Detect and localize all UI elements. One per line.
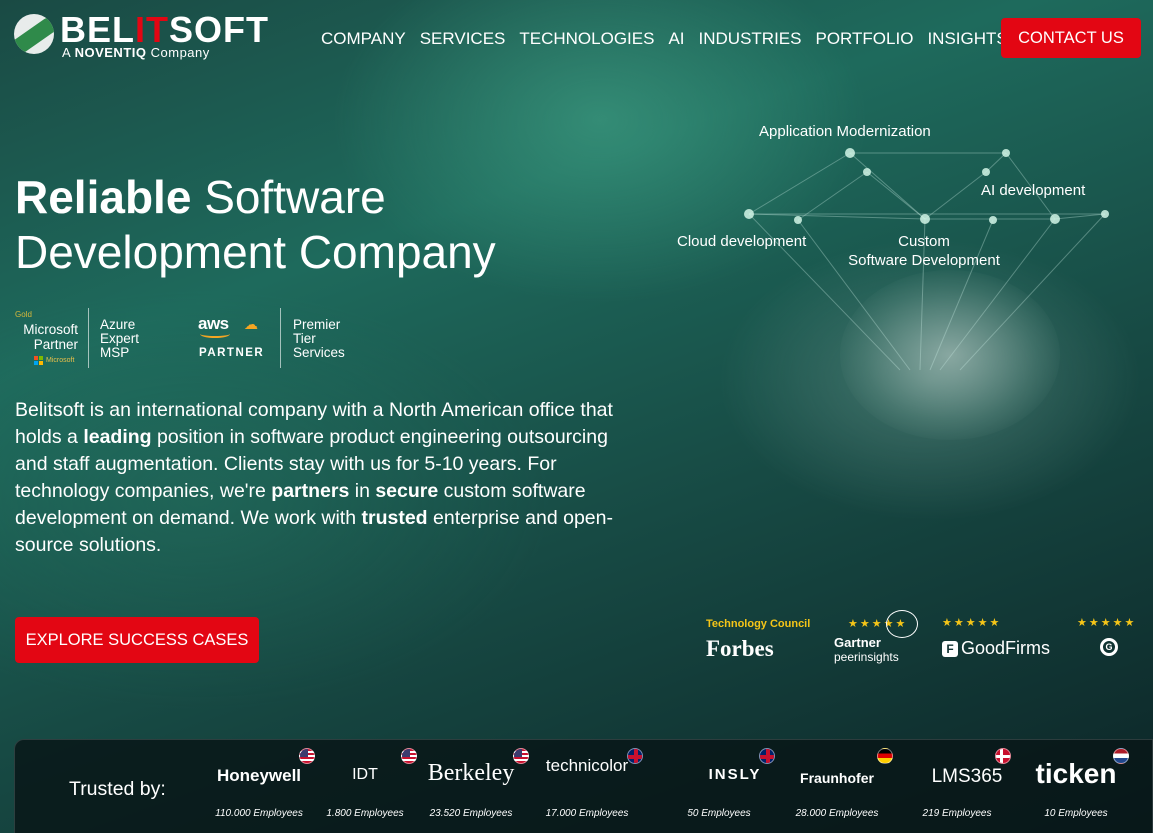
- nav-portfolio[interactable]: PORTFOLIO: [816, 29, 914, 49]
- client-fraunhofer[interactable]: Fraunhofer 28.000 Employees: [785, 740, 893, 833]
- azure-expert-msp-badge: Azure Expert MSP: [100, 317, 140, 360]
- aws-partner-logo: aws ☁ PARTNER: [198, 314, 273, 362]
- nav-services[interactable]: SERVICES: [420, 29, 506, 49]
- description-emphasis: trusted: [361, 507, 428, 529]
- uk-flag-icon: [759, 748, 775, 764]
- goodfirms-icon: F: [942, 640, 958, 657]
- nav-ai[interactable]: AI: [668, 29, 684, 49]
- premier-tier-badge: Premier Tier Services: [293, 317, 345, 360]
- label-custom-line2: Software Development: [848, 252, 1000, 269]
- g2-logo[interactable]: G: [1100, 638, 1118, 656]
- client-insly[interactable]: INSLY 50 Employees: [661, 740, 777, 833]
- microsoft-small-logo: Microsoft: [34, 356, 74, 365]
- main-nav: COMPANY SERVICES TECHNOLOGIES AI INDUSTR…: [321, 29, 1008, 49]
- denmark-flag-icon: [995, 748, 1011, 764]
- microsoft-partner-badge: Microsoft Partner: [23, 322, 78, 352]
- trusted-by-label: Trusted by:: [69, 778, 166, 800]
- nav-technologies[interactable]: TECHNOLOGIES: [519, 29, 654, 49]
- label-cloud-development[interactable]: Cloud development: [677, 232, 806, 251]
- client-honeywell[interactable]: Honeywell 110.000 Employees: [205, 740, 315, 833]
- microsoft-icon: [34, 356, 43, 365]
- logo-tagline: A NOVENTIQ Company: [62, 45, 210, 60]
- germany-flag-icon: [877, 748, 893, 764]
- contact-us-button[interactable]: CONTACT US: [1001, 18, 1141, 58]
- client-ticken[interactable]: ticken 10 Employees: [1023, 740, 1129, 833]
- belitsoft-logo[interactable]: BELITSOFT A NOVENTIQ Company: [14, 9, 276, 62]
- badge-divider: [280, 308, 281, 368]
- description-text: in: [349, 480, 376, 502]
- logo-mark-icon: [14, 14, 54, 54]
- client-technicolor[interactable]: technicolor 17.000 Employees: [537, 740, 643, 833]
- nav-company[interactable]: COMPANY: [321, 29, 406, 49]
- label-custom-line1: Custom: [898, 233, 950, 250]
- us-flag-icon: [401, 748, 417, 764]
- client-lms365[interactable]: LMS365 219 Employees: [903, 740, 1011, 833]
- description-emphasis: partners: [271, 480, 350, 502]
- aws-partner-label: PARTNER: [199, 347, 265, 359]
- us-flag-icon: [299, 748, 315, 764]
- technology-council-label: Technology Council: [706, 618, 811, 630]
- label-custom-software-development[interactable]: Custom Software Development: [843, 232, 1005, 270]
- gartner-peerinsights-logo[interactable]: Gartner peerinsights: [834, 636, 899, 665]
- site-header: BELITSOFT A NOVENTIQ Company COMPANY SER…: [0, 0, 1153, 76]
- cloud-icon: ☁: [244, 316, 258, 332]
- ms-gold-label: Gold: [15, 310, 32, 319]
- g2-stars: ★★★★★: [1077, 617, 1137, 629]
- chat-bubble-icon: [886, 610, 918, 638]
- title-line2: Development Company: [15, 226, 496, 278]
- title-rest: Software: [204, 171, 386, 223]
- services-network-graphic: [744, 148, 1109, 371]
- description-emphasis: secure: [375, 480, 439, 502]
- label-ai-development[interactable]: AI development: [981, 181, 1085, 200]
- aws-smile-icon: [200, 330, 230, 338]
- label-application-modernization[interactable]: Application Modernization: [759, 122, 931, 141]
- goodfirms-logo[interactable]: F GoodFirms: [942, 638, 1050, 659]
- description-emphasis: leading: [83, 426, 152, 448]
- nav-industries[interactable]: INDUSTRIES: [699, 29, 802, 49]
- hero-description: Belitsoft is an international company wi…: [15, 397, 615, 559]
- forbes-logo[interactable]: Forbes: [706, 636, 774, 662]
- goodfirms-stars: ★★★★★: [942, 617, 1002, 629]
- client-idt[interactable]: IDT 1.800 Employees: [321, 740, 417, 833]
- logo-wordmark: BELITSOFT: [60, 9, 269, 50]
- partner-badges: Gold Microsoft Partner Microsoft Azure Exp…: [14, 308, 374, 370]
- trusted-by-bar: Trusted by: Honeywell 110.000 Employees …: [14, 739, 1153, 833]
- page-title: Reliable Software Development Company: [15, 170, 496, 280]
- nav-insights[interactable]: INSIGHTS: [927, 29, 1007, 49]
- client-berkeley[interactable]: Berkeley 23.520 Employees: [417, 740, 529, 833]
- badge-divider: [88, 308, 89, 368]
- title-bold: Reliable: [15, 171, 192, 223]
- explore-success-cases-button[interactable]: EXPLORE SUCCESS CASES: [15, 617, 259, 663]
